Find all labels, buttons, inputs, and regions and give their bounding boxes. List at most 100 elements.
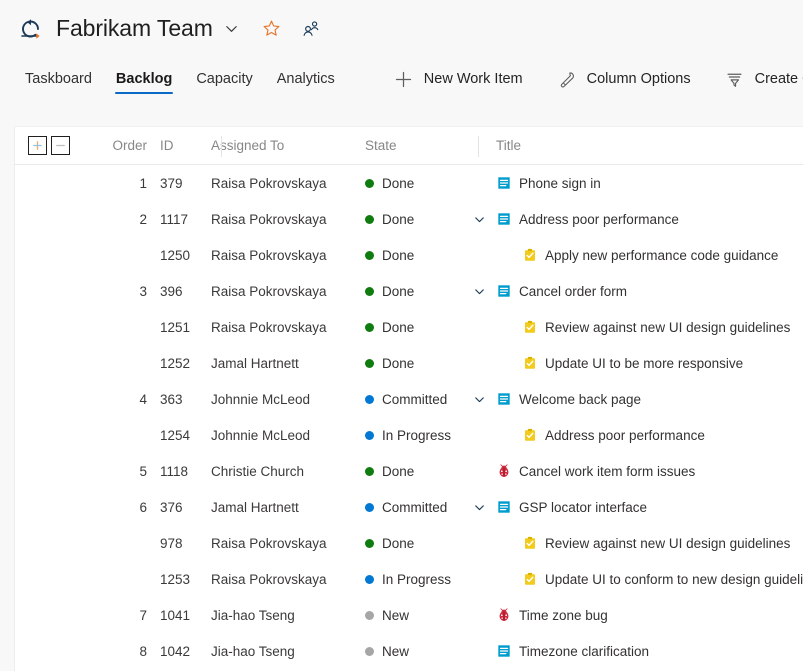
collapse-all-button[interactable] [51, 136, 70, 155]
cell-order: 7 [139, 607, 147, 623]
cell-id: 363 [160, 391, 183, 407]
column-header-title[interactable]: Title [468, 138, 803, 153]
cell-assigned-to: Jia-hao Tseng [211, 607, 295, 623]
cell-state: Done [355, 464, 468, 479]
cell-state-label: Done [382, 247, 415, 263]
cell-id: 1042 [160, 643, 191, 659]
filter-icon [725, 70, 744, 89]
chevron-down-icon[interactable] [224, 20, 240, 36]
cell-title: Phone sign in [468, 176, 803, 191]
column-header-order[interactable]: Order [93, 138, 147, 153]
table-row[interactable]: 8 1042 Jia-hao Tseng New Timezone clarificat… [15, 633, 803, 669]
create-query-button[interactable]: Create Query [715, 63, 803, 95]
tab-taskboard-label: Taskboard [25, 71, 92, 87]
chevron-down-icon[interactable] [468, 501, 490, 514]
chevron-down-icon[interactable] [468, 285, 490, 298]
work-item-title[interactable]: Apply new performance code guidance [545, 248, 778, 263]
backlog-grid: Order ID Assigned To State Title 1 379 Rai… [14, 126, 803, 671]
cell-assigned-to: Johnnie McLeod [211, 391, 311, 407]
tab-backlog[interactable]: Backlog [104, 56, 184, 102]
work-item-title[interactable]: Time zone bug [519, 608, 608, 623]
table-row[interactable]: 978 Raisa Pokrovskaya Done Review against n… [15, 525, 803, 561]
cell-state: Done [355, 536, 468, 551]
work-item-title[interactable]: Cancel work item form issues [519, 464, 695, 479]
work-item-title[interactable]: Welcome back page [519, 392, 641, 407]
cell-id: 978 [160, 535, 183, 551]
expand-all-button[interactable] [28, 136, 47, 155]
task-icon [522, 356, 537, 371]
table-row[interactable]: 7 1041 Jia-hao Tseng New Time zone bug [15, 597, 803, 633]
task-icon [522, 248, 537, 263]
cell-assigned-to: Raisa Pokrovskaya [211, 283, 327, 299]
story-icon [496, 212, 511, 227]
cell-title: Timezone clarification [468, 644, 803, 659]
cell-state: Done [355, 248, 468, 263]
cell-id: 396 [160, 283, 183, 299]
table-row[interactable]: 1250 Raisa Pokrovskaya Done Apply new perfo… [15, 237, 803, 273]
cell-assigned-to: Jamal Hartnett [211, 499, 299, 515]
command-bar: Taskboard Backlog Capacity Analytics New… [0, 56, 803, 102]
table-row[interactable]: 6 376 Jamal Hartnett Committed GSP locator i… [15, 489, 803, 525]
status-badge [365, 250, 374, 260]
cell-title: Apply new performance code guidance [468, 248, 803, 263]
table-row[interactable]: 1254 Johnnie McLeod In Progress Address poo… [15, 417, 803, 453]
tab-taskboard[interactable]: Taskboard [13, 56, 104, 102]
team-members-icon[interactable] [301, 19, 320, 38]
table-row[interactable]: 4 363 Johnnie McLeod Committed Welcome back … [15, 381, 803, 417]
column-header-state[interactable]: State [355, 138, 468, 153]
cell-order: 6 [139, 499, 147, 515]
table-row[interactable]: 5 1118 Christie Church Done Cancel work item… [15, 453, 803, 489]
table-row[interactable]: 1 379 Raisa Pokrovskaya Done Phone sign in [15, 165, 803, 201]
table-row[interactable]: 1251 Raisa Pokrovskaya Done Review against … [15, 309, 803, 345]
work-item-title[interactable]: Update UI to be more responsive [545, 356, 743, 371]
cell-title: GSP locator interface [468, 500, 803, 515]
story-icon [496, 284, 511, 299]
work-item-title[interactable]: Address poor performance [519, 212, 679, 227]
work-item-title[interactable]: Review against new UI design guidelines [545, 536, 790, 551]
story-icon [496, 176, 511, 191]
status-badge [365, 502, 374, 512]
tab-capacity[interactable]: Capacity [184, 56, 264, 102]
cell-state-label: Done [382, 319, 415, 335]
column-separator [478, 136, 479, 157]
cell-state-label: New [382, 643, 410, 659]
cell-state: Committed [355, 392, 468, 407]
cell-state-label: Done [382, 283, 415, 299]
table-row[interactable]: 1252 Jamal Hartnett Done Update UI to be mo… [15, 345, 803, 381]
column-options-button[interactable]: Column Options [547, 63, 701, 95]
table-row[interactable]: 3 396 Raisa Pokrovskaya Done Cancel order fo… [15, 273, 803, 309]
tab-analytics-label: Analytics [276, 71, 335, 87]
tab-capacity-label: Capacity [196, 71, 253, 87]
cell-state: New [355, 608, 468, 623]
cell-title: Address poor performance [468, 212, 803, 227]
table-row[interactable]: 2 1117 Raisa Pokrovskaya Done Address poor p… [15, 201, 803, 237]
column-header-id[interactable]: ID [147, 138, 195, 153]
cell-id: 376 [160, 499, 183, 515]
chevron-down-icon[interactable] [468, 213, 490, 226]
tab-analytics[interactable]: Analytics [265, 56, 347, 102]
work-item-title[interactable]: Address poor performance [545, 428, 705, 443]
cell-order: 8 [139, 643, 147, 659]
backlog-page: Fabrikam Team Taskboard Backlog Capacity… [0, 0, 803, 671]
cell-order: 4 [139, 391, 147, 407]
new-work-item-button[interactable]: New Work Item [384, 63, 533, 95]
work-item-title[interactable]: Review against new UI design guidelines [545, 320, 790, 335]
star-icon[interactable] [262, 19, 281, 38]
azure-boards-icon [18, 16, 44, 42]
work-item-title[interactable]: Phone sign in [519, 176, 601, 191]
cell-state-label: Done [382, 535, 415, 551]
column-header-assigned-to[interactable]: Assigned To [195, 138, 355, 153]
work-item-title[interactable]: GSP locator interface [519, 500, 647, 515]
cell-title: Review against new UI design guidelines [468, 320, 803, 335]
work-item-title[interactable]: Update UI to conform to new design guide… [545, 572, 803, 587]
task-icon [522, 572, 537, 587]
work-item-title[interactable]: Timezone clarification [519, 644, 649, 659]
status-badge [365, 178, 374, 188]
cell-state-label: Done [382, 175, 415, 191]
work-item-title[interactable]: Cancel order form [519, 284, 627, 299]
table-row[interactable]: 1253 Raisa Pokrovskaya In Progress Update U… [15, 561, 803, 597]
task-icon [522, 536, 537, 551]
cell-state-label: Done [382, 355, 415, 371]
bug-icon [496, 608, 511, 623]
chevron-down-icon[interactable] [468, 393, 490, 406]
